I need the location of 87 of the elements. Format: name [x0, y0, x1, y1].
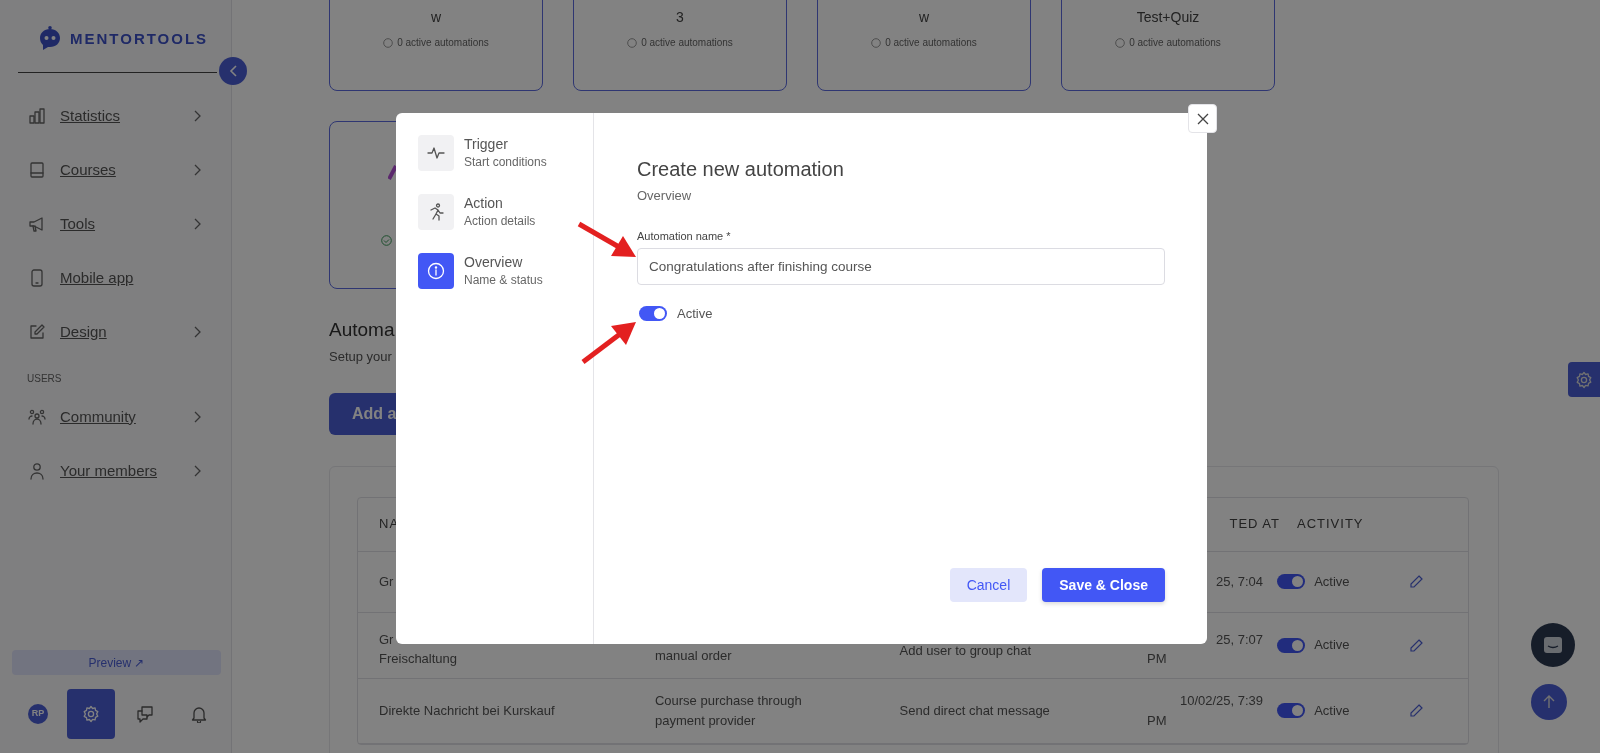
status-circle-icon — [627, 37, 638, 48]
table-cell-text: Gr — [379, 630, 395, 649]
section-label: USERS — [26, 372, 63, 386]
status-text: 0 active automations — [641, 36, 733, 50]
table-cell-text: Add user to group chat — [899, 642, 1033, 661]
edit-icon[interactable] — [1409, 704, 1424, 719]
chat-bubble-icon — [1543, 636, 1563, 654]
input-field[interactable]: Congratulations after finishing course — [637, 248, 1165, 285]
status-text: 0 active automations — [885, 36, 977, 50]
collapse-button[interactable] — [219, 57, 247, 85]
toggle-switch[interactable] — [639, 306, 667, 322]
column-header: ACTIVITY — [1297, 515, 1365, 534]
table-cell-text: 10/02/25, 7:39 — [1178, 692, 1264, 710]
status-circle-icon — [383, 37, 394, 48]
arrow-up-icon — [1542, 694, 1556, 710]
settings-icon — [1575, 370, 1593, 389]
person-icon — [28, 462, 46, 480]
card-illustration — [388, 165, 398, 180]
bar-chart-icon — [28, 107, 46, 125]
logo-icon — [38, 26, 62, 52]
table-cell-text: Direkte Nachricht bei Kurskauf — [379, 701, 556, 720]
scroll-top-button[interactable] — [1531, 684, 1567, 720]
table-cell-text: Gr — [379, 572, 395, 591]
people-icon — [28, 408, 46, 426]
settings-tab[interactable] — [1568, 362, 1600, 397]
sidebar-item[interactable]: Design — [0, 305, 231, 359]
table-cell-text: 25, 7:04 — [1215, 572, 1264, 591]
modal-title: Create new automation — [637, 157, 845, 182]
check-circle-icon — [381, 235, 392, 246]
edit-icon — [28, 323, 46, 341]
status-label: Active — [1314, 701, 1350, 720]
bell-icon — [190, 705, 208, 723]
table-cell-text: manual order — [654, 647, 733, 666]
table-cell-text: 25, 7:07 — [1215, 630, 1264, 649]
chat-launcher[interactable] — [1531, 623, 1575, 667]
course-card[interactable]: w 0 active automations — [817, 0, 1031, 91]
save-button[interactable]: Save & Close — [1042, 568, 1165, 602]
chevron-left-icon — [228, 65, 238, 77]
annotation-arrow — [581, 322, 636, 364]
column-header: TED AT — [1228, 515, 1280, 534]
sidebar-item[interactable]: Courses — [0, 143, 231, 197]
activity-toggle[interactable] — [1277, 703, 1306, 718]
preview-button[interactable]: Preview ↗ — [12, 650, 221, 675]
annotation-arrow — [577, 221, 636, 257]
close-button[interactable] — [1188, 104, 1217, 133]
brand-name: MENTORTOOLS — [70, 28, 209, 49]
edit-icon[interactable] — [1409, 575, 1424, 590]
activity-toggle[interactable] — [1277, 574, 1306, 589]
status-circle-icon — [871, 37, 882, 48]
status-circle-icon — [1115, 37, 1126, 48]
table-cell-text: Send direct chat message — [899, 701, 1051, 720]
sidebar-item[interactable]: Community — [0, 390, 231, 444]
wizard-step[interactable]: Action Action details — [418, 194, 593, 230]
course-card[interactable]: Test+Quiz 0 active automations — [1061, 0, 1275, 91]
sidebar-item[interactable]: Your members — [0, 444, 231, 498]
course-card[interactable]: w 0 active automations — [329, 0, 543, 91]
sidebar-item[interactable]: Statistics — [0, 89, 231, 143]
status-text: 0 active automations — [397, 36, 489, 50]
edit-icon[interactable] — [1409, 638, 1424, 653]
phone-icon — [28, 269, 46, 287]
table-cell-text: Course purchase through payment provider — [654, 692, 803, 730]
modal-subtitle: Overview — [637, 187, 693, 205]
close-icon — [1196, 112, 1209, 125]
info-icon — [427, 262, 445, 280]
toggle-label: Active — [677, 305, 713, 323]
cancel-button[interactable]: Cancel — [949, 568, 1028, 602]
wizard-step[interactable]: Overview Name & status — [418, 253, 593, 289]
table-cell-text: Freischaltung — [379, 650, 459, 668]
book-icon — [28, 161, 46, 179]
sidebar-item[interactable]: Tools — [0, 197, 231, 251]
wizard-step[interactable]: Trigger Start conditions — [418, 135, 593, 171]
settings-icon — [82, 705, 100, 723]
megaphone-icon — [28, 215, 46, 233]
settings-tab[interactable] — [67, 689, 115, 739]
table-cell-text: PM — [1147, 650, 1168, 668]
avatar[interactable]: RP — [28, 704, 48, 724]
status-text: 0 active automations — [1129, 36, 1221, 50]
field-label: Automation name * — [637, 228, 732, 244]
status-label: Active — [1314, 636, 1350, 655]
activity-toggle[interactable] — [1277, 637, 1306, 653]
course-card[interactable]: 3 0 active automations — [573, 0, 787, 91]
table-cell-text: PM — [1147, 711, 1168, 730]
page-subheading: Setup your — [329, 348, 392, 366]
status-label: Active — [1314, 572, 1350, 591]
page-heading: Automa — [329, 318, 395, 342]
sidebar-item[interactable]: Mobile app — [0, 251, 231, 305]
chat-icon — [136, 705, 154, 723]
